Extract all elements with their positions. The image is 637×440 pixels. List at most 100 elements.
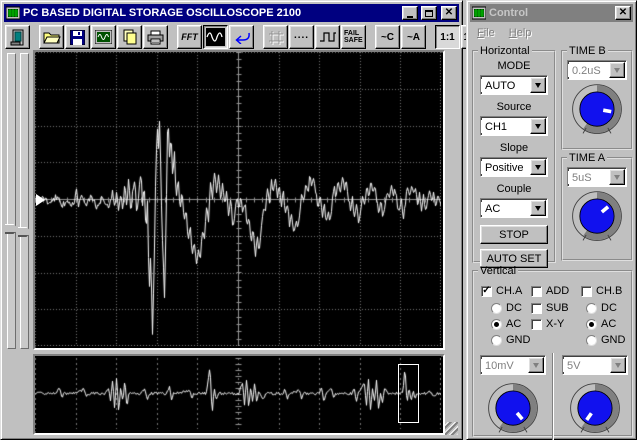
sub-checkbox-box: ✓ <box>531 302 542 314</box>
dotted-line-icon: .... <box>293 29 310 41</box>
mode-label: MODE <box>497 60 531 72</box>
main-window: PC BASED DIGITAL STORAGE OSCILLOSCOPE 21… <box>0 0 486 440</box>
source-dropdown-arrow-icon[interactable] <box>530 118 546 134</box>
control-app-icon <box>472 6 486 20</box>
overview-selection[interactable] <box>398 364 419 423</box>
undo-arrow-icon <box>234 32 250 44</box>
print-button[interactable] <box>143 25 168 49</box>
vertical-divider <box>552 353 554 440</box>
capture-display-button[interactable] <box>91 25 116 49</box>
minimize-button[interactable] <box>402 6 418 20</box>
grid-toggle-button[interactable] <box>263 25 288 49</box>
time-a-group: TIME A 5uS <box>561 152 633 261</box>
channel-b-position-slider[interactable] <box>18 53 32 349</box>
main-titlebar: PC BASED DIGITAL STORAGE OSCILLOSCOPE 21… <box>4 4 459 22</box>
save-floppy-icon <box>70 29 85 45</box>
chb-checkbox-box: ✓ <box>581 285 592 297</box>
cal-a-label: ~A <box>406 31 421 43</box>
chb-ac-radio-circle <box>586 318 597 330</box>
print-icon <box>147 30 164 44</box>
chb-checkbox[interactable]: ✓ CH.B <box>581 285 622 297</box>
cha-gnd-radio-circle <box>491 334 502 346</box>
control-close-icon: ✕ <box>618 6 628 18</box>
slope-select[interactable]: Positive <box>480 157 548 177</box>
square-wave-button[interactable] <box>315 25 340 49</box>
time-b-knob[interactable] <box>568 82 626 138</box>
chb-dc-radio[interactable]: DC <box>586 302 617 314</box>
sub-checkbox[interactable]: ✓ SUB <box>531 302 569 314</box>
overview-waveform-canvas <box>35 356 441 431</box>
couple-dropdown-arrow-icon[interactable] <box>530 200 546 216</box>
fft-button[interactable]: FFT <box>177 25 202 49</box>
mode-dropdown-arrow-icon[interactable] <box>530 77 546 93</box>
couple-label: Couple <box>496 183 532 195</box>
scope-capture-icon <box>95 30 112 44</box>
chb-gain-knob[interactable] <box>566 381 624 437</box>
cha-dc-radio[interactable]: DC <box>491 302 522 314</box>
time-a-legend: TIME A <box>569 152 606 164</box>
cha-ac-radio-circle <box>491 318 502 330</box>
waveform-toggle-button[interactable] <box>203 25 228 49</box>
cha-checkbox-box: ✓ <box>481 284 492 297</box>
overview-scope-display <box>33 354 445 435</box>
couple-select[interactable]: AC <box>480 198 548 218</box>
cha-gain-knob[interactable] <box>484 381 542 437</box>
close-icon: ✕ <box>444 6 454 18</box>
open-folder-icon <box>42 32 61 44</box>
slope-label: Slope <box>499 142 529 154</box>
cha-dc-radio-circle <box>491 302 502 314</box>
exit-button[interactable] <box>5 25 30 49</box>
menu-file[interactable]: File <box>471 25 501 41</box>
control-window-title: Control <box>489 7 529 19</box>
cha-gnd-radio[interactable]: GND <box>491 334 530 346</box>
horizontal-legend: Horizontal <box>480 45 530 57</box>
cha-ac-radio[interactable]: AC <box>491 318 521 330</box>
slope-dropdown-arrow-icon[interactable] <box>530 159 546 175</box>
cal-a-button[interactable]: ~A <box>401 25 426 49</box>
main-waveform-canvas <box>35 52 441 346</box>
slider-b-thumb[interactable] <box>18 227 32 237</box>
toolbar: FFT .... FAIL SAFE ~C ~A 1:1 <box>5 24 487 50</box>
control-window: Control ✕ File Help Horizontal MODE AUTO… <box>466 0 637 440</box>
save-button[interactable] <box>65 25 90 49</box>
vertical-legend: Vertical <box>480 265 517 277</box>
source-select[interactable]: CH1 <box>480 116 548 136</box>
app-icon <box>6 6 20 20</box>
control-titlebar: Control ✕ <box>470 4 633 22</box>
cal-c-button[interactable]: ~C <box>375 25 400 49</box>
menubar: File Help <box>471 24 537 42</box>
stop-button[interactable]: STOP <box>480 225 548 244</box>
chb-gnd-radio[interactable]: GND <box>586 334 625 346</box>
chb-range-arrow-icon <box>610 357 626 373</box>
cha-range-arrow-icon <box>528 357 544 373</box>
maximize-button[interactable] <box>421 6 437 20</box>
close-button[interactable]: ✕ <box>441 6 457 20</box>
control-close-button[interactable]: ✕ <box>615 6 631 20</box>
menu-help[interactable]: Help <box>503 25 538 41</box>
trigger-level-marker[interactable] <box>36 194 45 206</box>
time-b-dropdown-arrow-icon <box>609 62 625 78</box>
channel-a-position-slider[interactable] <box>5 53 19 349</box>
time-b-group: TIME B 0.2uS <box>561 45 633 150</box>
chb-ac-radio[interactable]: AC <box>586 318 616 330</box>
xy-checkbox-box: ✓ <box>531 318 542 330</box>
xy-checkbox[interactable]: ✓ X-Y <box>531 318 564 330</box>
waveform-toggle-icon <box>206 28 225 46</box>
resize-grip[interactable] <box>445 422 458 435</box>
cha-checkbox[interactable]: ✓ CH.A <box>481 285 522 297</box>
copy-button[interactable] <box>117 25 142 49</box>
failsafe-button[interactable]: FAIL SAFE <box>341 25 366 49</box>
dotted-line-button[interactable]: .... <box>289 25 314 49</box>
fft-label: FFT <box>181 32 198 42</box>
window-title: PC BASED DIGITAL STORAGE OSCILLOSCOPE 21… <box>23 7 302 19</box>
add-checkbox[interactable]: ✓ ADD <box>531 285 569 297</box>
mode-select[interactable]: AUTO <box>480 75 548 95</box>
time-a-knob[interactable] <box>568 189 626 245</box>
ratio-1-1-label: 1:1 <box>440 31 455 43</box>
vertical-group: Vertical ✓ CH.A ✓ ADD ✓ CH.B DC AC <box>472 265 633 440</box>
open-button[interactable] <box>39 25 64 49</box>
add-checkbox-box: ✓ <box>531 285 542 297</box>
slider-a-thumb[interactable] <box>5 224 19 234</box>
undo-button[interactable] <box>229 25 254 49</box>
ratio-1-1-button[interactable]: 1:1 <box>435 25 460 49</box>
